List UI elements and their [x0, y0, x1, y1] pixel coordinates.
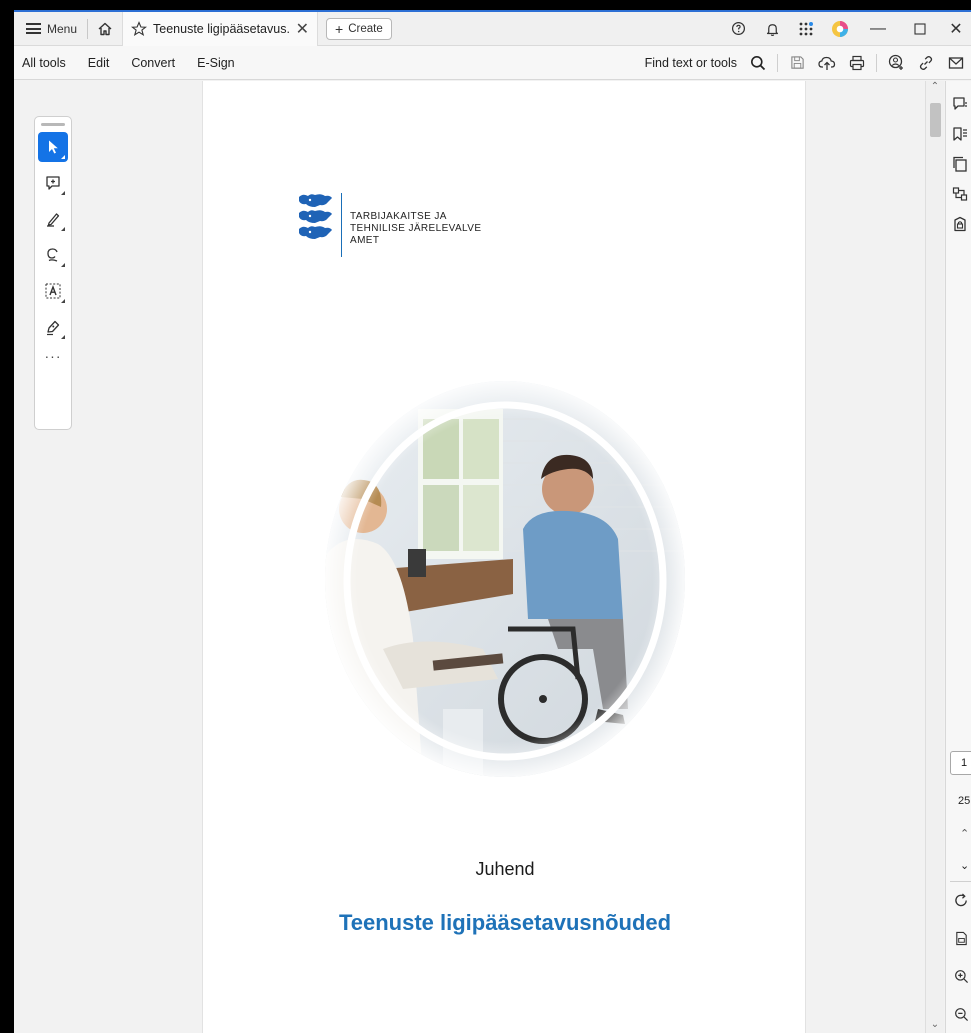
apps-grid-icon[interactable] — [789, 12, 823, 46]
create-label: Create — [348, 22, 383, 35]
close-tab-icon[interactable]: ✕ — [296, 19, 309, 39]
agency-logo: TARBIJAKAITSE JA TEHNILISE JÄRELEVALVE A… — [295, 193, 481, 257]
menu-edit[interactable]: Edit — [77, 56, 121, 70]
freehand-icon — [47, 248, 58, 262]
home-button[interactable] — [88, 12, 122, 46]
document-title: Teenuste ligipääsetavusnõuded — [338, 910, 672, 935]
vertical-scrollbar[interactable]: ⌃ ⌄ — [925, 81, 944, 1033]
previous-page-icon[interactable]: ⌃ — [960, 827, 969, 840]
agency-line-3: AMET — [350, 235, 380, 246]
rotate-icon[interactable] — [954, 893, 969, 911]
tab-document[interactable]: Teenuste ligipääsetavus... ✕ — [122, 12, 319, 46]
scroll-thumb[interactable] — [930, 103, 941, 137]
divider — [876, 53, 877, 72]
print-icon[interactable] — [842, 48, 872, 78]
divider — [777, 53, 778, 72]
cover-photo — [325, 381, 685, 777]
signature-pen-icon — [46, 320, 59, 335]
compare-panel-icon[interactable] — [946, 179, 971, 209]
text-box-tool-button[interactable] — [38, 276, 68, 306]
add-comment-tool-button[interactable] — [38, 168, 68, 198]
star-icon[interactable] — [131, 20, 148, 37]
tab-title: Teenuste ligipääsetavus... — [153, 21, 290, 36]
pen-icon — [47, 213, 60, 227]
cursor-icon — [49, 140, 58, 154]
create-button[interactable]: + Create — [326, 17, 392, 40]
right-side-panel: 1 25 ⌃ ⌄ — [945, 81, 971, 1033]
add-user-icon[interactable] — [881, 48, 911, 78]
scroll-down-icon[interactable]: ⌄ — [926, 1019, 944, 1033]
find-tools-label[interactable]: Find text or tools — [645, 56, 737, 70]
estonian-coat-of-arms-icon — [299, 194, 332, 239]
menu-button[interactable]: Menu — [14, 12, 87, 46]
home-icon — [98, 22, 112, 35]
link-icon[interactable] — [911, 48, 941, 78]
bookmarks-panel-icon[interactable] — [946, 119, 971, 149]
divider — [950, 881, 971, 882]
sign-tool-button[interactable] — [38, 312, 68, 342]
upload-cloud-icon[interactable] — [812, 48, 842, 78]
protect-panel-icon[interactable] — [946, 209, 971, 239]
tab-bar: Menu Teenuste ligipääsetavus... ✕ + Crea… — [14, 12, 971, 46]
page-fit-icon[interactable] — [954, 931, 969, 949]
more-tools-icon[interactable]: ··· — [35, 348, 71, 364]
zoom-in-icon[interactable] — [954, 969, 969, 987]
current-page-input[interactable]: 1 — [950, 751, 971, 775]
next-page-icon[interactable]: ⌄ — [960, 859, 969, 872]
hamburger-icon — [26, 23, 41, 34]
bell-icon[interactable] — [755, 12, 789, 46]
total-pages: 25 — [958, 795, 971, 807]
select-tool-button[interactable] — [38, 132, 68, 162]
highlight-tool-button[interactable] — [38, 204, 68, 234]
agency-line-1: TARBIJAKAITSE JA — [350, 211, 447, 222]
scroll-up-icon[interactable]: ⌃ — [926, 81, 944, 95]
help-icon[interactable] — [721, 12, 755, 46]
search-icon[interactable] — [743, 48, 773, 78]
main-toolbar: All tools Edit Convert E-Sign Find text … — [14, 46, 971, 80]
close-window-icon[interactable]: ✕ — [941, 12, 971, 46]
pdf-page: TARBIJAKAITSE JA TEHNILISE JÄRELEVALVE A… — [202, 81, 806, 1033]
document-area: TARBIJAKAITSE JA TEHNILISE JÄRELEVALVE A… — [14, 81, 944, 1033]
menu-all-tools[interactable]: All tools — [14, 56, 77, 70]
maximize-icon[interactable] — [899, 12, 941, 46]
text-select-icon — [45, 283, 61, 299]
agency-line-2: TEHNILISE JÄRELEVALVE — [350, 223, 482, 234]
minimize-icon[interactable]: — — [857, 12, 899, 46]
menu-e-sign[interactable]: E-Sign — [186, 56, 246, 70]
comment-plus-icon — [46, 176, 60, 190]
mail-icon[interactable] — [941, 48, 971, 78]
pages-panel-icon[interactable] — [946, 149, 971, 179]
avatar[interactable] — [823, 12, 857, 46]
logo-divider — [341, 193, 342, 257]
menu-convert[interactable]: Convert — [120, 56, 186, 70]
menu-label: Menu — [47, 21, 78, 36]
document-subtitle: Juhend — [475, 859, 535, 879]
app-window: Menu Teenuste ligipääsetavus... ✕ + Crea… — [14, 10, 971, 1033]
save-icon[interactable] — [782, 48, 812, 78]
comments-panel-icon[interactable] — [946, 89, 971, 119]
agency-name: TARBIJAKAITSE JA TEHNILISE JÄRELEVALVE A… — [350, 193, 481, 247]
plus-icon: + — [335, 20, 344, 37]
zoom-out-icon[interactable] — [954, 1007, 969, 1025]
panel-grip[interactable] — [41, 123, 65, 126]
quick-tools-panel: ··· — [34, 116, 72, 430]
draw-tool-button[interactable] — [38, 240, 68, 270]
